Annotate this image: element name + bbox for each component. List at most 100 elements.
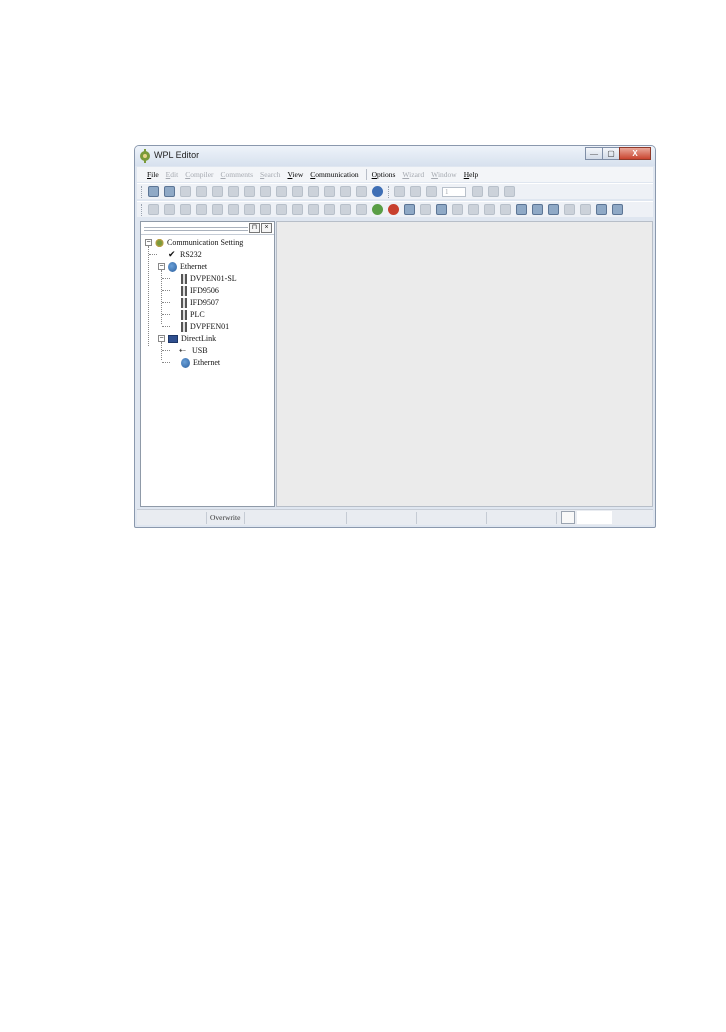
toolbar-grip[interactable] — [141, 185, 145, 198]
tool-14-icon[interactable] — [356, 204, 367, 215]
menu-communication[interactable]: Communication — [310, 170, 358, 179]
minimize-button[interactable]: — — [585, 147, 603, 160]
panel-drag-handle[interactable] — [144, 227, 248, 231]
collapse-icon[interactable]: − — [158, 263, 165, 270]
tool-13-icon[interactable] — [340, 204, 351, 215]
zoom-out-icon[interactable] — [356, 186, 367, 197]
tree-node-ifd9507[interactable]: IFD9507 — [181, 297, 219, 308]
tree-node-ifd9506[interactable]: IFD9506 — [181, 285, 219, 296]
run-icon[interactable] — [372, 204, 383, 215]
print-icon[interactable] — [292, 186, 303, 197]
pin-icon[interactable]: ⊓ — [249, 223, 260, 233]
close-button[interactable]: X — [619, 147, 651, 160]
zoom-in-icon[interactable] — [340, 186, 351, 197]
tool-27-icon[interactable] — [564, 204, 575, 215]
tool-6-icon[interactable] — [228, 204, 239, 215]
help-icon[interactable] — [372, 186, 383, 197]
communication-tree-panel: ⊓ × − Communication Setting ✔ RS232 − Et… — [140, 221, 275, 507]
zoom-icon[interactable] — [324, 186, 335, 197]
tree-connector — [148, 246, 149, 346]
tool-1-icon[interactable] — [148, 204, 159, 215]
window-title: WPL Editor — [154, 150, 200, 160]
tree-node-communication-setting[interactable]: − Communication Setting — [145, 237, 243, 248]
tool-12-icon[interactable] — [324, 204, 335, 215]
build-icon[interactable] — [472, 186, 483, 197]
tool-22-icon[interactable] — [484, 204, 495, 215]
tree-label: IFD9506 — [190, 286, 219, 295]
tree-connector — [162, 278, 170, 279]
menu-comments[interactable]: Comments — [221, 170, 254, 179]
tree-node-dvpfen01[interactable]: DVPFEN01 — [181, 321, 229, 332]
step-spinner[interactable]: 1 — [442, 186, 466, 197]
download-icon[interactable] — [532, 204, 543, 215]
cut-icon[interactable] — [244, 186, 255, 197]
tool-21-icon[interactable] — [468, 204, 479, 215]
tree-connector — [162, 350, 170, 351]
status-cell — [417, 511, 487, 524]
tree-node-directlink-ethernet[interactable]: Ethernet — [181, 357, 220, 368]
undo-icon[interactable] — [212, 186, 223, 197]
menu-file[interactable]: File — [147, 170, 159, 179]
stop-icon[interactable] — [388, 204, 399, 215]
maximize-button[interactable]: ▢ — [602, 147, 620, 160]
collapse-icon[interactable]: − — [145, 239, 152, 246]
tool-28-icon[interactable] — [580, 204, 591, 215]
paste-icon[interactable] — [276, 186, 287, 197]
tree-node-plc[interactable]: PLC — [181, 309, 205, 320]
tree-label: DirectLink — [181, 334, 217, 343]
tool-2-icon[interactable] — [164, 204, 175, 215]
open-file-icon[interactable] — [164, 186, 175, 197]
marker-icon[interactable] — [504, 186, 515, 197]
tree-node-directlink[interactable]: − DirectLink — [158, 333, 216, 344]
copy-icon[interactable] — [260, 186, 271, 197]
menu-window[interactable]: Window — [431, 170, 457, 179]
menu-edit[interactable]: Edit — [166, 170, 179, 179]
title-bar[interactable]: WPL Editor — ▢ X — [135, 146, 655, 166]
tree-node-rs232[interactable]: ✔ RS232 — [168, 249, 202, 260]
tool-23-icon[interactable] — [500, 204, 511, 215]
monitor-icon[interactable] — [404, 204, 415, 215]
tool-3-icon[interactable] — [180, 204, 191, 215]
pointer-icon[interactable] — [308, 186, 319, 197]
status-cell — [137, 511, 207, 524]
toolbar-grip[interactable] — [141, 203, 145, 216]
align-icon[interactable] — [410, 186, 421, 197]
format-icon[interactable] — [394, 186, 405, 197]
tree-node-ethernet[interactable]: − Ethernet — [158, 261, 207, 272]
close-icon[interactable]: × — [261, 223, 272, 233]
debug-icon[interactable] — [488, 186, 499, 197]
tool-20-icon[interactable] — [452, 204, 463, 215]
tree-node-dvpen01-sl[interactable]: DVPEN01-SL — [181, 273, 237, 284]
menu-help[interactable]: Help — [464, 170, 479, 179]
tool-10-icon[interactable] — [292, 204, 303, 215]
tool-18-icon[interactable] — [420, 204, 431, 215]
device-icon[interactable] — [596, 204, 607, 215]
network-icon — [168, 261, 177, 272]
new-file-icon[interactable] — [148, 186, 159, 197]
tool-9-icon[interactable] — [276, 204, 287, 215]
communication-setting-icon[interactable] — [548, 204, 559, 215]
tool-5-icon[interactable] — [212, 204, 223, 215]
save-as-icon[interactable] — [196, 186, 207, 197]
menu-search[interactable]: Search — [260, 170, 280, 179]
connect-icon[interactable] — [436, 204, 447, 215]
status-cell — [487, 511, 557, 524]
menu-compiler[interactable]: Compiler — [185, 170, 213, 179]
collapse-icon[interactable]: − — [158, 335, 165, 342]
menu-view[interactable]: View — [287, 170, 303, 179]
editor-workspace[interactable] — [276, 221, 653, 507]
tool-4-icon[interactable] — [196, 204, 207, 215]
panel-header: ⊓ × — [141, 222, 274, 235]
menu-options[interactable]: Options — [372, 170, 396, 179]
tool-8-icon[interactable] — [260, 204, 271, 215]
tool-7-icon[interactable] — [244, 204, 255, 215]
upload-icon[interactable] — [516, 204, 527, 215]
menu-wizard[interactable]: Wizard — [402, 170, 424, 179]
tree-node-usb[interactable]: ⇠ USB — [179, 345, 208, 356]
network-icon[interactable] — [612, 204, 623, 215]
save-icon[interactable] — [180, 186, 191, 197]
step-icon[interactable] — [426, 186, 437, 197]
communication-toolbar — [137, 201, 653, 217]
redo-icon[interactable] — [228, 186, 239, 197]
tool-11-icon[interactable] — [308, 204, 319, 215]
